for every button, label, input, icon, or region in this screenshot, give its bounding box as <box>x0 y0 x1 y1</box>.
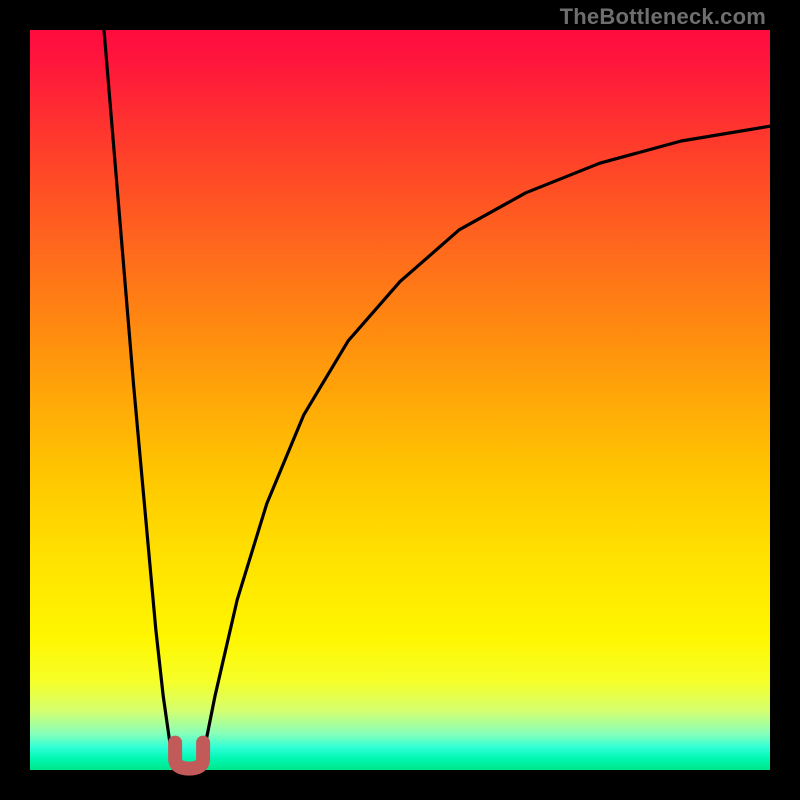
bottleneck-curve <box>104 30 770 770</box>
plot-area <box>30 30 770 770</box>
attribution-text: TheBottleneck.com <box>560 4 766 30</box>
chart-svg <box>30 30 770 770</box>
dip-marker-u <box>175 743 203 769</box>
